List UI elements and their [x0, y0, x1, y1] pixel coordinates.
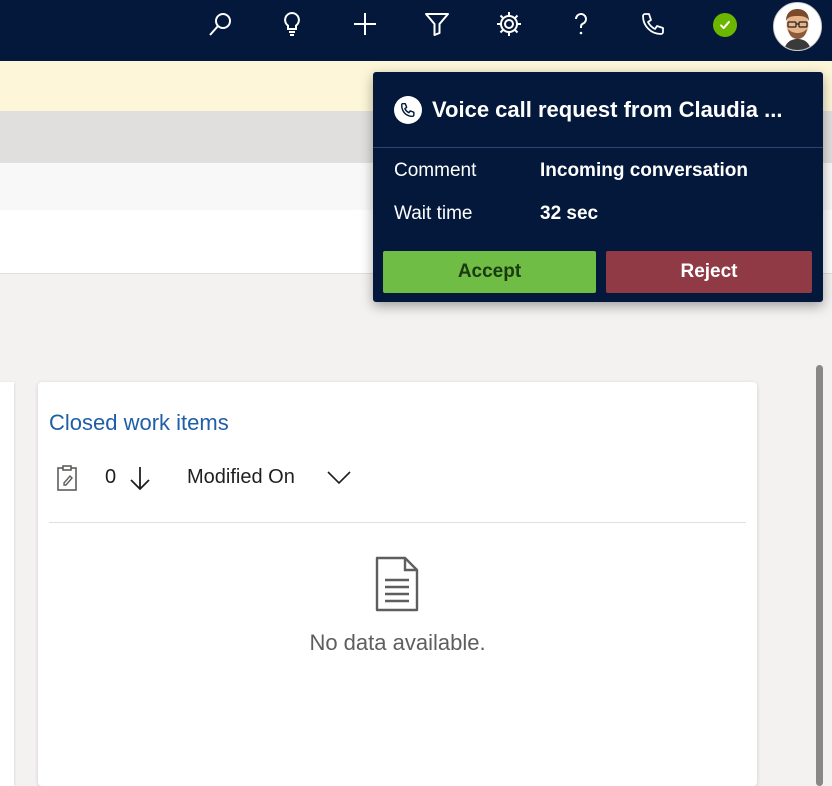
- top-nav-bar: [0, 0, 832, 61]
- plus-icon[interactable]: [349, 8, 381, 40]
- presence-available-icon[interactable]: [713, 13, 737, 37]
- scrollbar-thumb[interactable]: [816, 365, 823, 786]
- phone-icon[interactable]: [637, 8, 669, 40]
- phone-call-icon: [394, 96, 422, 124]
- card-title[interactable]: Closed work items: [49, 410, 229, 436]
- filter-icon[interactable]: [421, 8, 453, 40]
- clipboard-icon: [57, 465, 77, 491]
- wait-time-value: 32 sec: [540, 203, 599, 224]
- notification-divider: [373, 147, 823, 148]
- reject-button[interactable]: Reject: [606, 251, 812, 293]
- lightbulb-icon[interactable]: [276, 8, 308, 40]
- left-card-edge: [0, 382, 14, 786]
- chevron-down-icon[interactable]: [325, 466, 353, 488]
- divider: [49, 522, 746, 523]
- help-icon[interactable]: [565, 8, 597, 40]
- search-icon[interactable]: [204, 8, 236, 40]
- comment-value: Incoming conversation: [540, 160, 748, 181]
- card-toolbar: 0 Modified On: [49, 462, 729, 498]
- voice-call-notification: Voice call request from Claudia ... Comm…: [373, 72, 823, 302]
- settings-icon[interactable]: [493, 8, 525, 40]
- empty-state-text: No data available.: [309, 630, 486, 655]
- notification-header: Voice call request from Claudia ...: [373, 72, 823, 147]
- accept-button[interactable]: Accept: [383, 251, 596, 293]
- sort-descending-icon[interactable]: [127, 464, 153, 492]
- notification-title: Voice call request from Claudia ...: [432, 97, 783, 122]
- document-icon: [375, 556, 419, 612]
- comment-label: Comment: [394, 160, 477, 181]
- item-count: 0: [105, 466, 117, 488]
- wait-time-label: Wait time: [394, 203, 473, 224]
- sort-field-label[interactable]: Modified On: [187, 466, 295, 489]
- closed-work-items-card: Closed work items 0 Modified On No data …: [38, 382, 757, 786]
- avatar[interactable]: [773, 2, 822, 51]
